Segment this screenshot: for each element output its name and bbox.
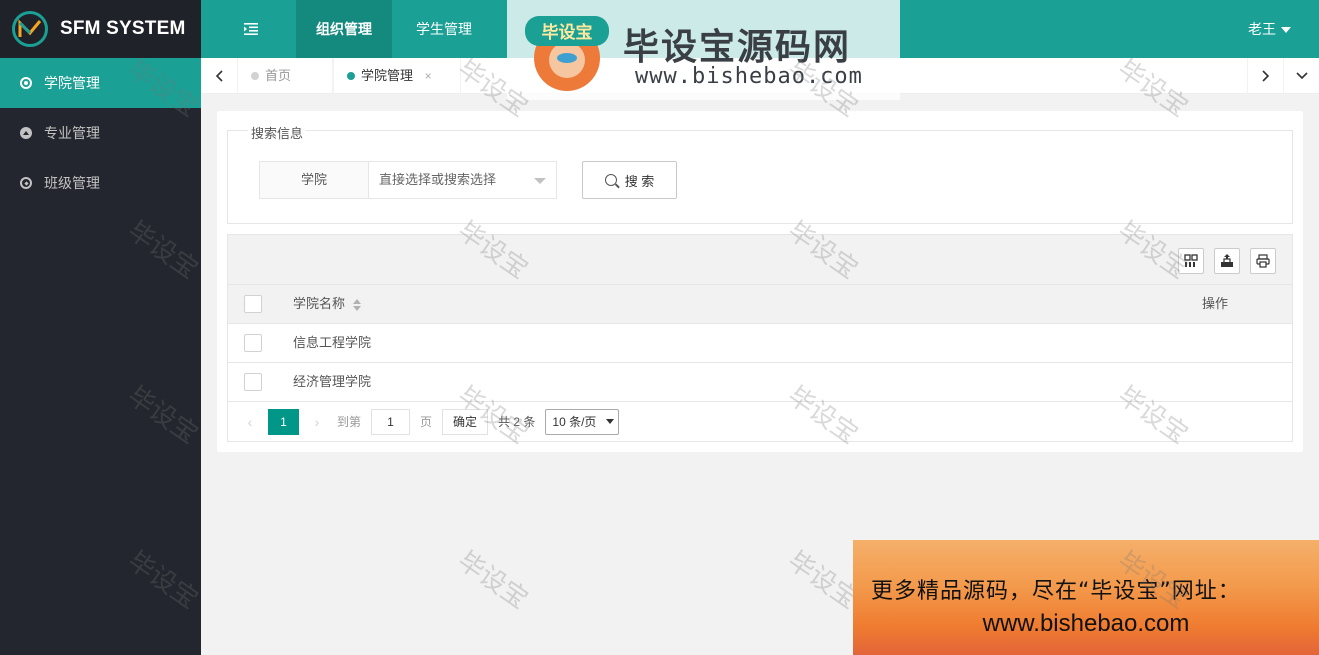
tabbar-next-button[interactable] xyxy=(1247,58,1283,94)
page-size-select[interactable]: 10 条/页 xyxy=(545,408,620,435)
chevron-left-icon[interactable]: ‹ xyxy=(240,414,260,430)
logo[interactable]: SFM SYSTEM xyxy=(0,0,201,58)
app-title: SFM SYSTEM xyxy=(60,18,186,39)
table-toolbar xyxy=(228,235,1292,285)
tabbar-more-button[interactable] xyxy=(1283,58,1319,94)
caret-down-icon xyxy=(1281,27,1291,34)
print-icon xyxy=(1256,254,1270,268)
sidebar-item-college[interactable]: 学院管理 xyxy=(0,58,201,108)
tab-dot-icon xyxy=(347,72,355,80)
search-button-label: 搜 索 xyxy=(624,173,655,189)
promo-line-1: 更多精品源码，尽在“毕设宝”网址： xyxy=(871,579,1241,604)
cell-college-name: 信息工程学院 xyxy=(293,335,372,350)
page-size-value: 10 条/页 xyxy=(552,414,597,429)
circle-dot-icon xyxy=(20,77,32,89)
search-fieldset: 搜索信息 学院 直接选择或搜索选择 搜 索 xyxy=(227,123,1293,224)
college-select-placeholder: 直接选择或搜索选择 xyxy=(379,172,497,187)
tab-home[interactable]: 首页 xyxy=(237,58,333,94)
export-button[interactable] xyxy=(1214,248,1240,274)
watermark-logo-text: 毕设宝 xyxy=(542,22,593,43)
print-button[interactable] xyxy=(1250,248,1276,274)
sort-icon[interactable] xyxy=(353,298,362,311)
row-checkbox[interactable] xyxy=(244,373,262,391)
data-table: 学院名称 操作 信息工程学院 经济管理学院 ‹ 1 › 到第 1 页 确定 共 … xyxy=(227,234,1293,442)
column-header-label: 学院名称 xyxy=(293,296,346,311)
total-count: 共 2 条 xyxy=(498,415,536,429)
user-name: 老王 xyxy=(1248,21,1276,37)
pagination: ‹ 1 › 到第 1 页 确定 共 2 条 10 条/页 xyxy=(228,402,1292,441)
menu-toggle-button[interactable] xyxy=(231,0,271,58)
chevron-down-icon xyxy=(606,419,615,424)
sidebar-item-major[interactable]: 专业管理 xyxy=(0,108,201,158)
watermark-site-name: 毕设宝源码网 xyxy=(623,27,852,68)
sidebar-item-label: 专业管理 xyxy=(44,125,100,141)
tab-dot-icon xyxy=(251,72,259,80)
main-card: 搜索信息 学院 直接选择或搜索选择 搜 索 学院名称 操作 信息工程学院 经济管… xyxy=(217,111,1303,452)
tab-label: 首页 xyxy=(265,68,292,83)
indent-icon xyxy=(244,23,258,35)
select-all-checkbox[interactable] xyxy=(244,295,262,313)
sidebar: SFM SYSTEM 学院管理 专业管理 班级管理 xyxy=(0,0,201,655)
college-field-label: 学院 xyxy=(259,161,369,199)
column-header-name[interactable]: 学院名称 xyxy=(293,285,362,323)
export-icon xyxy=(1221,254,1233,267)
chevron-right-icon xyxy=(1261,70,1269,82)
user-menu[interactable]: 老王 xyxy=(1248,0,1291,58)
table-header-row: 学院名称 操作 xyxy=(228,285,1292,324)
sidebar-item-label: 班级管理 xyxy=(44,175,100,191)
column-filter-button[interactable] xyxy=(1178,248,1204,274)
search-legend: 搜索信息 xyxy=(248,123,307,142)
triangle-circle-icon xyxy=(20,127,32,139)
promo-banner: 更多精品源码，尽在“毕设宝”网址： www.bishebao.com xyxy=(853,540,1319,655)
chevron-right-icon[interactable]: › xyxy=(307,414,327,430)
tab-college-management[interactable]: 学院管理 × xyxy=(333,58,461,94)
tab-org-management[interactable]: 组织管理 xyxy=(296,0,392,58)
search-icon xyxy=(604,174,617,186)
search-button[interactable]: 搜 索 xyxy=(582,161,677,199)
select-caret-icon xyxy=(534,178,546,184)
row-checkbox[interactable] xyxy=(244,334,262,352)
college-select[interactable]: 直接选择或搜索选择 xyxy=(368,161,557,199)
watermark-tile: 毕设宝 xyxy=(452,545,534,616)
cell-college-name: 经济管理学院 xyxy=(293,374,372,389)
close-icon[interactable]: × xyxy=(425,69,432,83)
goto-page-input[interactable]: 1 xyxy=(371,408,411,435)
watermark-banner: 毕设宝 毕设宝源码网 www.bishebao.com xyxy=(507,0,900,100)
promo-line-2: www.bishebao.com xyxy=(982,610,1190,637)
tab-student-management[interactable]: 学生管理 xyxy=(396,0,492,58)
goto-suffix: 页 xyxy=(420,415,433,429)
table-row: 经济管理学院 xyxy=(228,363,1292,402)
compass-icon xyxy=(20,177,32,189)
sidebar-item-label: 学院管理 xyxy=(44,75,100,91)
goto-confirm-button[interactable]: 确定 xyxy=(442,408,489,435)
watermark-logo: 毕设宝 xyxy=(525,16,609,91)
column-header-actions: 操作 xyxy=(1202,296,1229,311)
chevron-down-icon xyxy=(1295,72,1308,80)
columns-icon xyxy=(1184,254,1198,267)
chevron-left-icon xyxy=(215,70,223,82)
tab-label: 学院管理 xyxy=(361,68,414,83)
tabbar-prev-button[interactable] xyxy=(201,58,237,94)
watermark-site-url: www.bishebao.com xyxy=(635,64,863,89)
current-page[interactable]: 1 xyxy=(268,408,299,435)
table-row: 信息工程学院 xyxy=(228,324,1292,363)
goto-prefix: 到第 xyxy=(337,415,362,429)
logo-icon xyxy=(12,11,48,47)
sidebar-item-class[interactable]: 班级管理 xyxy=(0,158,201,208)
